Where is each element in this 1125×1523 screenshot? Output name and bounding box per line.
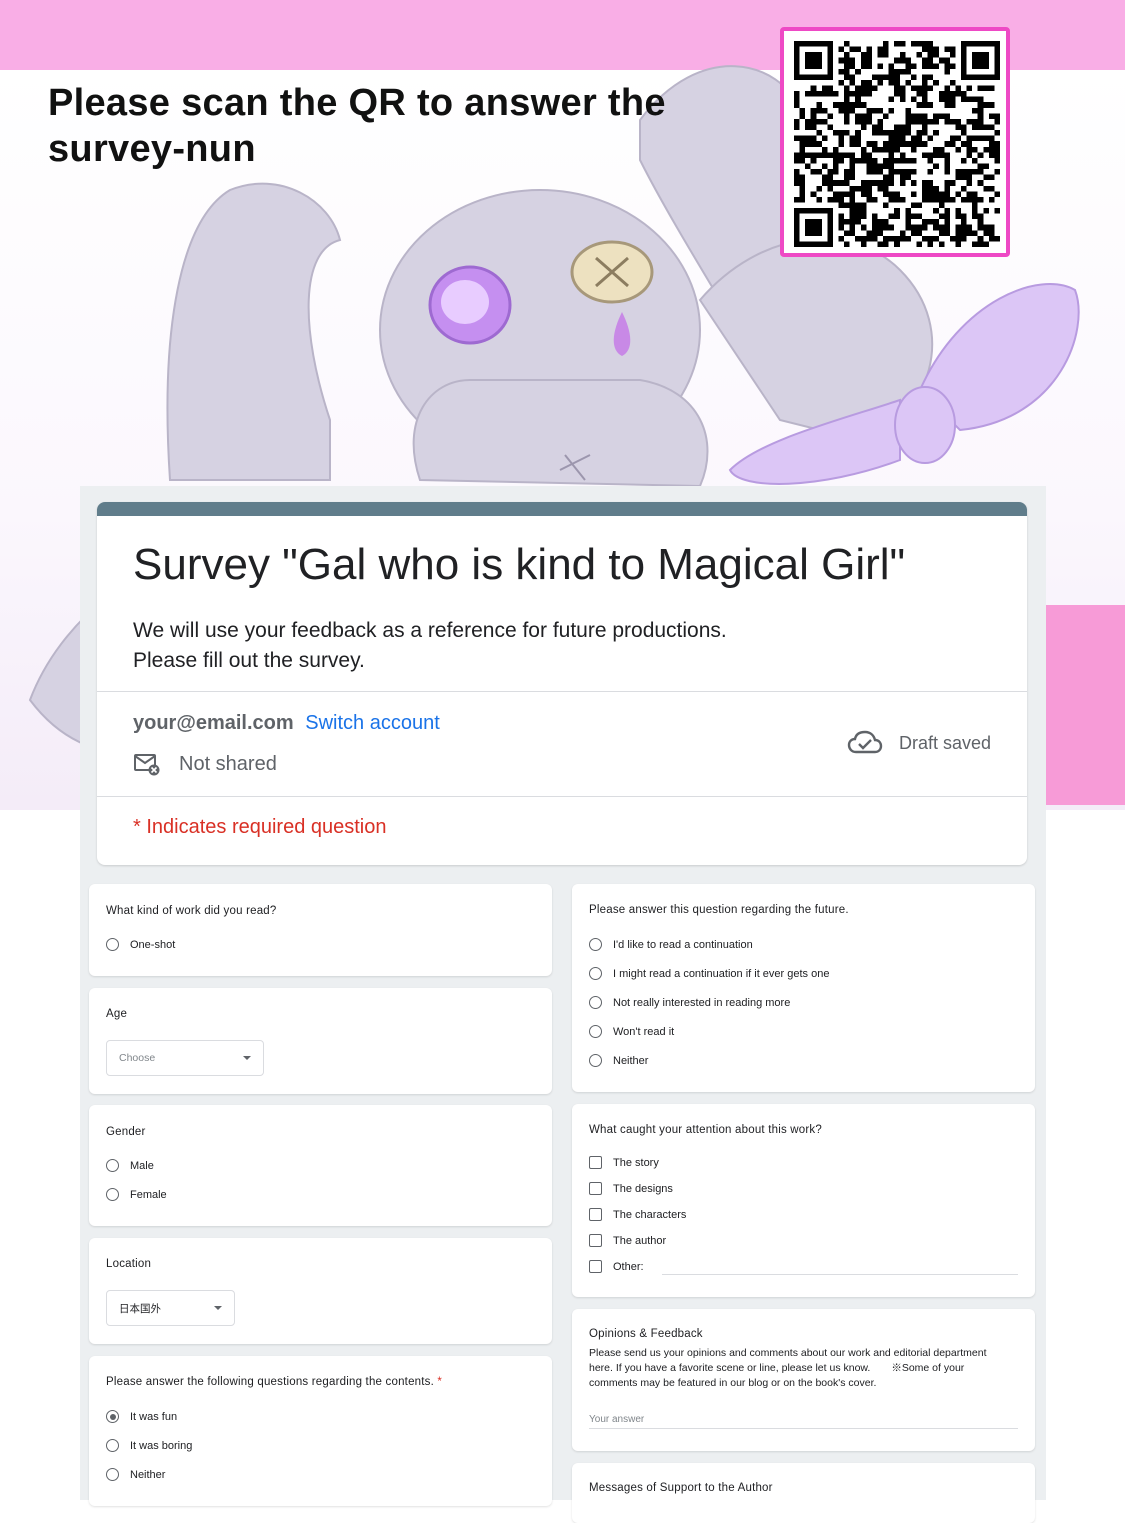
radio-button[interactable] bbox=[589, 1054, 602, 1067]
switch-account-link[interactable]: Switch account bbox=[305, 712, 440, 734]
radio-button[interactable] bbox=[106, 1159, 119, 1172]
account-email: your@email.com bbox=[133, 712, 294, 734]
account-line: your@email.com Switch account bbox=[133, 712, 440, 735]
radio-button[interactable] bbox=[106, 1188, 119, 1201]
question-card-feedback: Opinions & Feedback Please send us your … bbox=[572, 1309, 1035, 1451]
checkbox-option[interactable]: The characters bbox=[589, 1208, 686, 1221]
question-title: Gender bbox=[106, 1126, 146, 1138]
radio-option[interactable]: Female bbox=[106, 1188, 167, 1201]
option-label: I'd like to read a continuation bbox=[613, 938, 753, 951]
option-label: The characters bbox=[613, 1208, 687, 1221]
checkbox-option[interactable]: The story bbox=[589, 1156, 659, 1169]
radio-option[interactable]: It was boring bbox=[106, 1439, 192, 1452]
checkbox[interactable] bbox=[589, 1208, 602, 1221]
radio-button[interactable] bbox=[106, 1468, 119, 1481]
question-card-future: Please answer this question regarding th… bbox=[572, 884, 1035, 1092]
form-description-line: We will use your feedback as a reference… bbox=[133, 619, 727, 642]
radio-button[interactable] bbox=[106, 1439, 119, 1452]
checkbox[interactable] bbox=[589, 1182, 602, 1195]
qr-code[interactable] bbox=[780, 27, 1010, 257]
question-card-age: Age Choose bbox=[89, 988, 552, 1094]
form-title: Survey "Gal who is kind to Magical Girl" bbox=[133, 540, 906, 589]
checkbox-option[interactable]: The designs bbox=[589, 1182, 673, 1195]
option-label: The author bbox=[613, 1234, 667, 1247]
option-label: The designs bbox=[613, 1182, 673, 1195]
radio-option[interactable]: I'd like to read a continuation bbox=[589, 938, 753, 951]
option-label: Won't read it bbox=[613, 1025, 675, 1038]
radio-option[interactable]: Not really interested in reading more bbox=[589, 996, 790, 1009]
checkbox-option[interactable]: The author bbox=[589, 1234, 666, 1247]
radio-option[interactable]: Neither bbox=[106, 1468, 165, 1481]
question-title: Age bbox=[106, 1008, 128, 1020]
location-select[interactable]: 日本国外 bbox=[106, 1290, 235, 1326]
divider bbox=[97, 796, 1027, 797]
question-card-support: Messages of Support to the Author bbox=[572, 1463, 1035, 1523]
form-header-card: Survey "Gal who is kind to Magical Girl"… bbox=[97, 502, 1027, 865]
dropdown-arrow-icon bbox=[243, 1056, 251, 1060]
option-label: Female bbox=[130, 1188, 167, 1201]
question-card-location: Location 日本国外 bbox=[89, 1238, 552, 1344]
question-description: Please send us your opinions and comment… bbox=[589, 1347, 987, 1389]
radio-option[interactable]: One-shot bbox=[106, 938, 175, 951]
question-title: Please answer this question regarding th… bbox=[589, 904, 849, 916]
form-accent-bar bbox=[97, 502, 1027, 516]
option-label: It was boring bbox=[130, 1439, 193, 1452]
cloud-done-icon bbox=[847, 730, 883, 754]
question-card-attention: What caught your attention about this wo… bbox=[572, 1104, 1035, 1297]
form-description-line: Please fill out the survey. bbox=[133, 649, 365, 672]
checkbox[interactable] bbox=[589, 1260, 602, 1273]
checkbox-option[interactable]: Other: bbox=[589, 1260, 644, 1273]
option-label: Neither bbox=[130, 1468, 166, 1481]
option-label: I might read a continuation if it ever g… bbox=[613, 967, 830, 980]
question-title: Messages of Support to the Author bbox=[589, 1482, 773, 1494]
other-text-input[interactable] bbox=[662, 1274, 1018, 1275]
option-label: One-shot bbox=[130, 938, 176, 951]
required-star: * bbox=[437, 1376, 443, 1388]
radio-button[interactable] bbox=[589, 938, 602, 951]
draft-status: Draft saved bbox=[847, 730, 991, 756]
checkbox[interactable] bbox=[589, 1234, 602, 1247]
question-title: What caught your attention about this wo… bbox=[589, 1124, 822, 1136]
question-card-contents: Please answer the following questions re… bbox=[89, 1356, 552, 1506]
radio-button[interactable] bbox=[589, 996, 602, 1009]
radio-button-selected[interactable] bbox=[106, 1410, 119, 1423]
select-value: 日本国外 bbox=[119, 1302, 161, 1315]
form-description: We will use your feedback as a reference… bbox=[133, 616, 727, 676]
answer-underline bbox=[589, 1428, 1018, 1429]
question-title: Opinions & Feedback bbox=[589, 1328, 703, 1340]
question-title: Please answer the following questions re… bbox=[106, 1376, 442, 1388]
question-title-text: Please answer the following questions re… bbox=[106, 1376, 435, 1388]
option-label: Neither bbox=[613, 1054, 649, 1067]
radio-option[interactable]: It was fun bbox=[106, 1410, 177, 1423]
radio-button[interactable] bbox=[589, 967, 602, 980]
radio-option[interactable]: I might read a continuation if it ever g… bbox=[589, 967, 829, 980]
option-label: Not really interested in reading more bbox=[613, 996, 791, 1009]
not-shared-status: Not shared bbox=[133, 752, 277, 776]
age-select[interactable]: Choose bbox=[106, 1040, 264, 1076]
dropdown-arrow-icon bbox=[214, 1306, 222, 1310]
qr-code-image bbox=[794, 41, 1000, 247]
radio-button[interactable] bbox=[589, 1025, 602, 1038]
answer-input[interactable]: Your answer bbox=[589, 1414, 644, 1425]
divider bbox=[97, 691, 1027, 692]
option-label: Male bbox=[130, 1159, 154, 1172]
question-card-gender: Gender Male Female bbox=[89, 1105, 552, 1226]
question-title: What kind of work did you read? bbox=[106, 905, 277, 917]
not-shared-label: Not shared bbox=[179, 752, 277, 775]
radio-button[interactable] bbox=[106, 938, 119, 951]
option-label: The story bbox=[613, 1156, 659, 1169]
radio-option[interactable]: Won't read it bbox=[589, 1025, 674, 1038]
question-card-work-read: What kind of work did you read? One-shot bbox=[89, 884, 552, 976]
draft-status-label: Draft saved bbox=[898, 732, 991, 753]
required-note: * Indicates required question bbox=[133, 816, 387, 838]
mail-off-icon bbox=[134, 754, 160, 776]
radio-option[interactable]: Male bbox=[106, 1159, 154, 1172]
headline-text: Please scan the QR to answer the survey-… bbox=[48, 82, 666, 170]
option-label: It was fun bbox=[130, 1410, 178, 1423]
select-value: Choose bbox=[119, 1052, 156, 1064]
question-title: Location bbox=[106, 1258, 152, 1270]
checkbox[interactable] bbox=[589, 1156, 602, 1169]
radio-option[interactable]: Neither bbox=[589, 1054, 648, 1067]
option-label: Other: bbox=[613, 1260, 644, 1273]
